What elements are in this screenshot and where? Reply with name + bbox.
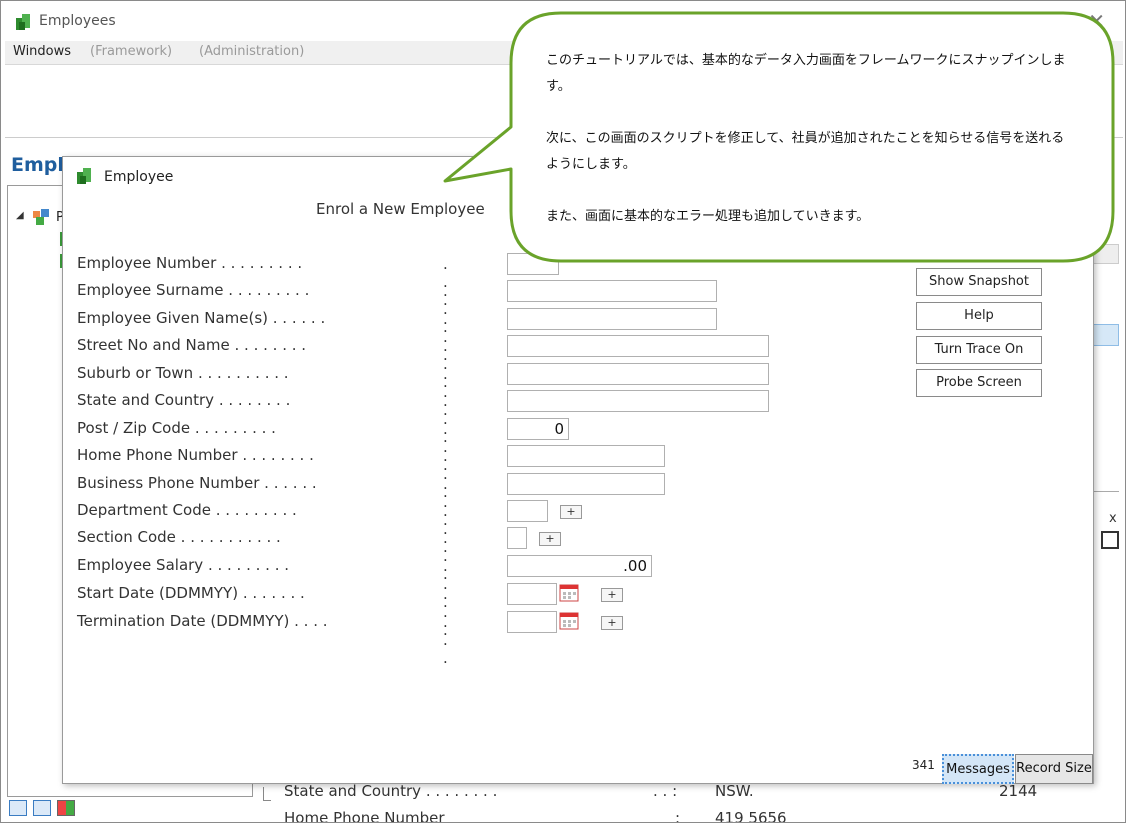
department-input[interactable] <box>507 500 548 522</box>
given-names-input[interactable] <box>507 308 717 330</box>
field-label: Termination Date (DDMMYY) . . . . <box>77 612 328 630</box>
street-input[interactable] <box>507 335 769 357</box>
termination-date-lookup-button[interactable]: + <box>601 616 623 630</box>
callout-line: このチュートリアルでは、基本的なデータ入力画面をフレームワークにスナップインしま <box>546 53 1066 68</box>
detail-label: Home Phone Number <box>284 809 445 823</box>
callout-line: ようにします。 <box>546 157 636 172</box>
state-input[interactable] <box>507 390 769 412</box>
maximize-icon[interactable] <box>1101 531 1119 549</box>
field-dots: . . . <box>443 613 450 667</box>
menu-administration[interactable]: (Administration) <box>199 44 304 59</box>
field-label: Employee Given Name(s) . . . . . . <box>77 309 326 327</box>
field-label: Section Code . . . . . . . . . . . <box>77 528 281 546</box>
calendar-icon[interactable] <box>559 583 579 603</box>
probe-screen-button[interactable]: Probe Screen <box>916 369 1042 397</box>
detail-dots: : <box>675 809 681 823</box>
record-size-button[interactable]: Record Size <box>1015 754 1093 784</box>
menu-windows[interactable]: Windows <box>13 44 71 59</box>
detail-value: 419 5656 <box>715 809 787 823</box>
department-lookup-button[interactable]: + <box>560 505 582 519</box>
color-palette-icon[interactable] <box>57 800 75 816</box>
salary-input[interactable]: .00 <box>507 555 652 577</box>
field-label: Employee Surname . . . . . . . . . <box>77 281 310 299</box>
calendar-icon[interactable] <box>9 800 27 816</box>
section-lookup-button[interactable]: + <box>539 532 561 546</box>
field-label: Employee Number . . . . . . . . . <box>77 254 303 272</box>
termination-date-input[interactable] <box>507 611 557 633</box>
field-label: Street No and Name . . . . . . . . <box>77 336 307 354</box>
detail-dots: . . : <box>653 782 678 800</box>
status-text: 341 <box>912 758 935 772</box>
business-phone-input[interactable] <box>507 473 665 495</box>
folder-icon <box>33 209 49 225</box>
callout-line: 次に、この画面のスクリプトを修正して、社員が追加されたことを知らせる信号を送れる <box>546 131 1065 146</box>
surname-input[interactable] <box>507 280 717 302</box>
window-title: Employees <box>39 13 116 29</box>
main-window: Employees ✕ Windows (Framework) (Adminis… <box>0 0 1126 823</box>
detail-value: NSW. <box>715 782 754 800</box>
dialog-title: Employee <box>104 169 174 185</box>
section-input[interactable] <box>507 527 527 549</box>
field-label: Home Phone Number . . . . . . . . <box>77 446 314 464</box>
divider <box>1093 491 1119 492</box>
callout-line: また、画面に基本的なエラー処理も追加していきます。 <box>546 209 870 224</box>
start-date-lookup-button[interactable]: + <box>601 588 623 602</box>
grid-icon[interactable] <box>33 800 51 816</box>
callout-text: このチュートリアルでは、基本的なデータ入力画面をフレームワークにスナップインしま… <box>546 48 1091 230</box>
tree-bracket <box>263 787 271 801</box>
menu-framework[interactable]: (Framework) <box>90 44 172 59</box>
home-phone-input[interactable] <box>507 445 665 467</box>
help-button[interactable]: Help <box>916 302 1042 330</box>
field-label: Employee Salary . . . . . . . . . <box>77 556 289 574</box>
selected-row[interactable] <box>1093 324 1119 346</box>
status-icons <box>9 800 81 816</box>
app-icon <box>16 14 30 30</box>
callout-line: す。 <box>546 79 571 94</box>
start-date-input[interactable] <box>507 583 557 605</box>
field-label: State and Country . . . . . . . . <box>77 391 291 409</box>
show-snapshot-button[interactable]: Show Snapshot <box>916 268 1042 296</box>
messages-button[interactable]: Messages <box>942 754 1014 784</box>
close-icon[interactable]: x <box>1109 511 1117 526</box>
app-icon <box>77 168 91 184</box>
field-label: Business Phone Number . . . . . . <box>77 474 317 492</box>
turn-trace-on-button[interactable]: Turn Trace On <box>916 336 1042 364</box>
field-label: Department Code . . . . . . . . . <box>77 501 297 519</box>
detail-value-2: 2144 <box>999 782 1038 800</box>
field-label: Suburb or Town . . . . . . . . . . <box>77 364 289 382</box>
field-label: Post / Zip Code . . . . . . . . . <box>77 419 276 437</box>
detail-label: State and Country . . . . . . . . <box>284 782 498 800</box>
expand-arrow-icon[interactable]: ◢ <box>16 210 24 221</box>
postcode-input[interactable]: 0 <box>507 418 569 440</box>
calendar-icon[interactable] <box>559 611 579 631</box>
suburb-input[interactable] <box>507 363 769 385</box>
field-label: Start Date (DDMMYY) . . . . . . . <box>77 584 305 602</box>
background-detail-rows: State and Country . . . . . . . . . . : … <box>263 781 1093 823</box>
